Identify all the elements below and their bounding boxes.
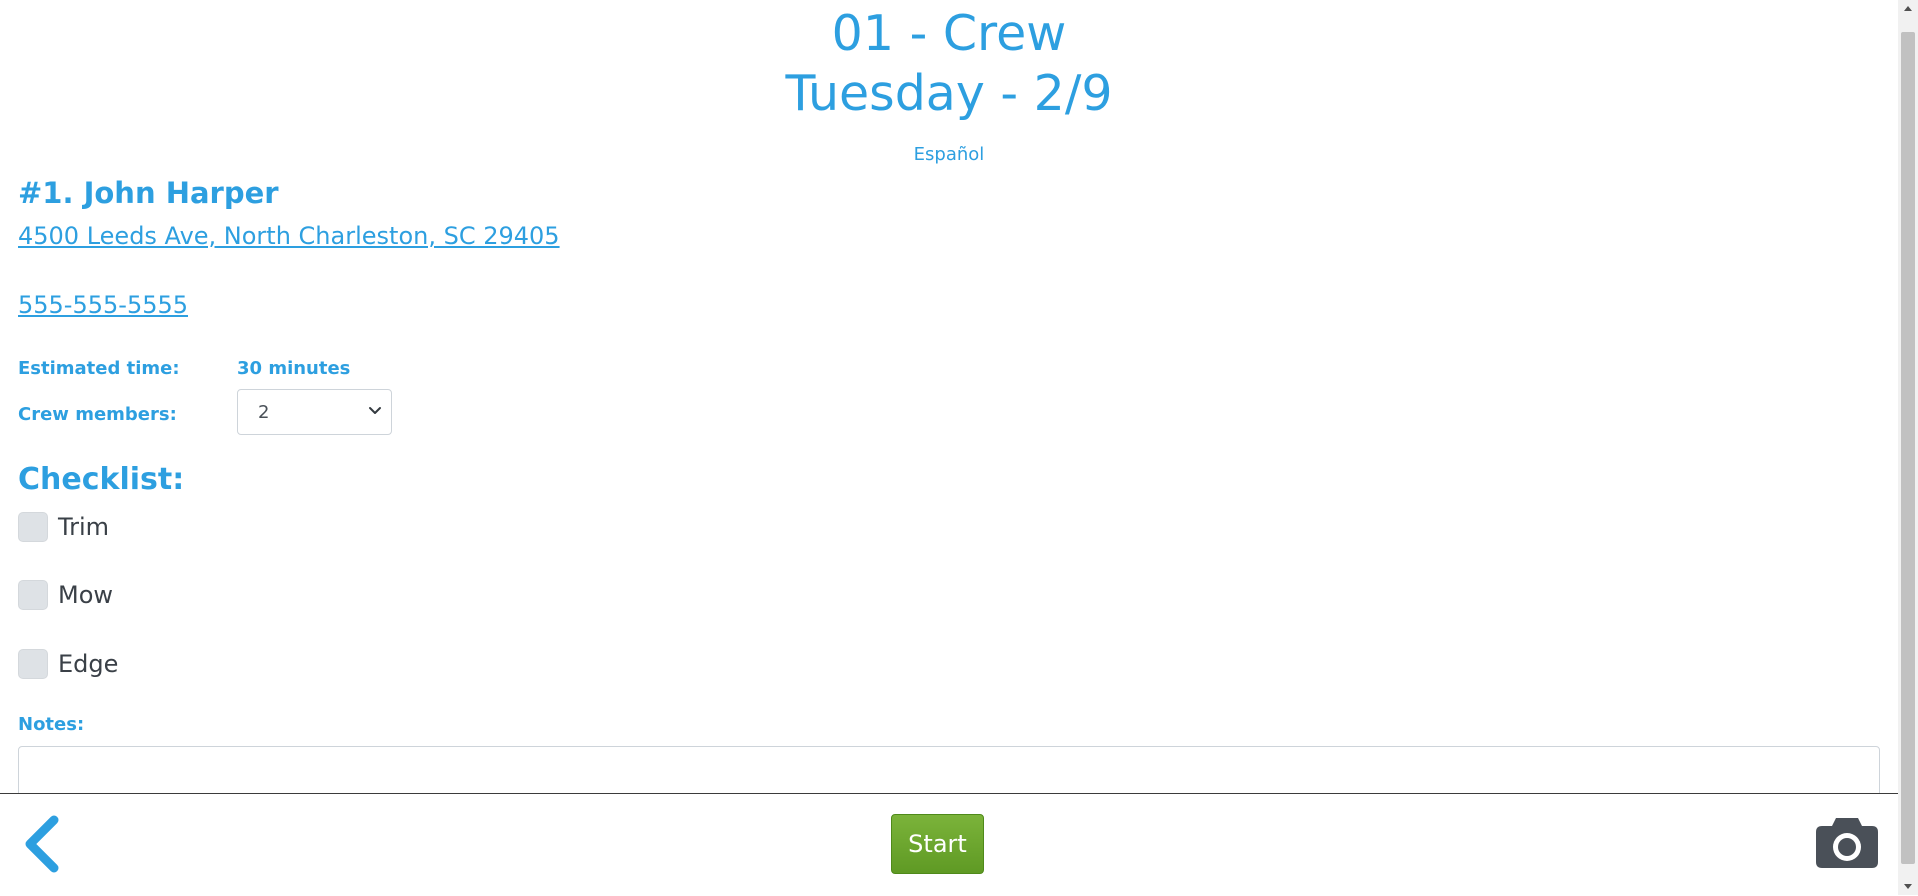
language-toggle-link[interactable]: Español — [914, 144, 985, 165]
client-name: #1. John Harper — [18, 176, 279, 210]
chevron-down-icon — [369, 407, 381, 414]
checklist-item-mow[interactable]: Mow — [18, 580, 113, 610]
start-button[interactable]: Start — [891, 814, 984, 874]
crew-title: 01 - Crew — [831, 5, 1067, 62]
checklist-item-label: Trim — [58, 513, 110, 541]
camera-icon[interactable] — [1814, 810, 1880, 870]
checkbox[interactable] — [18, 649, 48, 679]
checklist-item-label: Mow — [58, 581, 114, 609]
scroll-up-arrow-icon[interactable] — [1898, 0, 1918, 17]
vertical-scrollbar[interactable] — [1898, 0, 1918, 895]
bottom-toolbar: Start — [0, 793, 1898, 896]
crew-members-label: Crew members: — [18, 404, 177, 425]
notes-label: Notes: — [18, 714, 85, 735]
job-detail-page: 01 - Crew Tuesday - 2/9 Español #1. John… — [0, 0, 1898, 793]
crew-members-select[interactable]: 2 — [237, 389, 392, 435]
scrollbar-thumb[interactable] — [1901, 32, 1915, 864]
client-address-link[interactable]: 4500 Leeds Ave, North Charleston, SC 294… — [18, 222, 560, 250]
day-title: Tuesday - 2/9 — [785, 65, 1113, 122]
checklist-item-trim[interactable]: Trim — [18, 512, 109, 542]
notes-textarea[interactable] — [18, 746, 1880, 793]
crew-members-selected-value: 2 — [258, 401, 270, 423]
checklist-title: Checklist: — [18, 462, 185, 497]
checkbox[interactable] — [18, 512, 48, 542]
checklist-item-label: Edge — [58, 650, 119, 678]
chevron-left-icon[interactable] — [20, 814, 64, 874]
client-phone-link[interactable]: 555-555-5555 — [18, 291, 188, 319]
scroll-down-arrow-icon[interactable] — [1898, 878, 1918, 895]
checklist-item-edge[interactable]: Edge — [18, 649, 118, 679]
estimated-time-value: 30 minutes — [237, 358, 351, 379]
estimated-time-label: Estimated time: — [18, 358, 180, 379]
checkbox[interactable] — [18, 580, 48, 610]
page-header: 01 - Crew Tuesday - 2/9 Español — [0, 0, 1898, 165]
